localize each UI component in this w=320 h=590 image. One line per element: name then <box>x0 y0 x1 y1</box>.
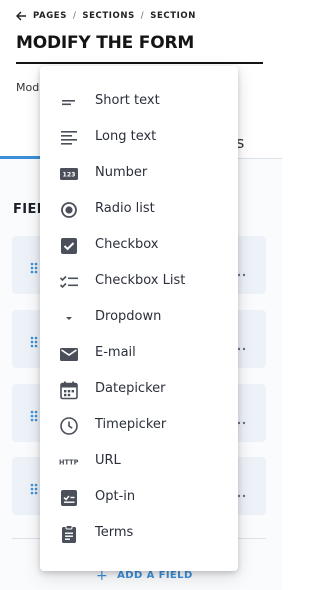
menu-item-label: Terms <box>95 525 134 540</box>
svg-text:HTTP: HTTP <box>59 459 79 467</box>
menu-item-label: Dropdown <box>95 309 162 324</box>
add-field-button[interactable]: + ADD A FIELD <box>96 567 193 584</box>
more-options-icon[interactable] <box>237 483 247 498</box>
breadcrumb-item-sections[interactable]: SECTIONS <box>82 11 134 21</box>
menu-item-url[interactable]: HTTP URL <box>40 444 238 480</box>
breadcrumb-separator: / <box>72 11 77 21</box>
more-options-icon[interactable] <box>237 262 247 277</box>
drag-handle-icon[interactable] <box>30 407 38 422</box>
menu-item-radio-list[interactable]: Radio list <box>40 192 238 228</box>
menu-item-label: Timepicker <box>95 417 167 432</box>
number-icon: 123 <box>59 164 79 184</box>
menu-item-label: Opt-in <box>95 489 136 504</box>
menu-item-label: Short text <box>95 93 160 108</box>
breadcrumb: PAGES / SECTIONS / SECTION <box>16 9 196 23</box>
calendar-icon <box>59 380 79 400</box>
menu-item-dropdown[interactable]: Dropdown <box>40 300 238 336</box>
menu-item-label: Checkbox <box>95 237 159 252</box>
menu-item-checkbox[interactable]: Checkbox <box>40 228 238 264</box>
more-options-icon[interactable] <box>237 336 247 351</box>
menu-item-long-text[interactable]: Long text <box>40 120 238 156</box>
long-text-icon <box>59 128 79 148</box>
menu-item-label: URL <box>95 453 121 468</box>
back-arrow-icon[interactable] <box>16 11 27 21</box>
add-field-label: ADD A FIELD <box>117 570 193 581</box>
menu-item-label: Datepicker <box>95 381 166 396</box>
breadcrumb-item-pages[interactable]: PAGES <box>33 11 67 21</box>
short-text-icon <box>59 92 79 112</box>
breadcrumb-separator: / <box>140 11 145 21</box>
opt-in-icon <box>59 488 79 508</box>
drag-handle-icon[interactable] <box>30 259 38 274</box>
field-type-menu: Short text Long text 123 Number Radio li… <box>40 66 238 571</box>
menu-item-checkbox-list[interactable]: Checkbox List <box>40 264 238 300</box>
menu-item-label: Number <box>95 165 148 180</box>
page-title: MODIFY THE FORM <box>16 33 195 53</box>
email-icon <box>59 344 79 364</box>
breadcrumb-item-section[interactable]: SECTION <box>150 11 196 21</box>
menu-item-number[interactable]: 123 Number <box>40 156 238 192</box>
menu-item-datepicker[interactable]: Datepicker <box>40 372 238 408</box>
menu-item-label: Checkbox List <box>95 273 186 288</box>
drag-handle-icon[interactable] <box>30 333 38 348</box>
checkbox-icon <box>59 236 79 256</box>
menu-item-timepicker[interactable]: Timepicker <box>40 408 238 444</box>
url-icon: HTTP <box>59 452 79 472</box>
checkbox-list-icon <box>59 272 79 292</box>
plus-icon: + <box>96 567 109 584</box>
radio-icon <box>59 200 79 220</box>
menu-item-opt-in[interactable]: Opt-in <box>40 480 238 516</box>
drag-handle-icon[interactable] <box>30 480 38 495</box>
menu-item-label: Long text <box>95 129 157 144</box>
menu-item-label: Radio list <box>95 201 155 216</box>
clock-icon <box>59 416 79 436</box>
terms-icon <box>59 524 79 544</box>
menu-item-short-text[interactable]: Short text <box>40 84 238 120</box>
more-options-icon[interactable] <box>237 410 247 425</box>
title-divider <box>16 62 263 64</box>
menu-item-label: E-mail <box>95 345 136 360</box>
svg-text:123: 123 <box>63 172 76 179</box>
page-subtitle: Mod <box>16 81 40 94</box>
menu-item-terms[interactable]: Terms <box>40 516 238 552</box>
menu-item-email[interactable]: E-mail <box>40 336 238 372</box>
dropdown-icon <box>59 308 79 328</box>
